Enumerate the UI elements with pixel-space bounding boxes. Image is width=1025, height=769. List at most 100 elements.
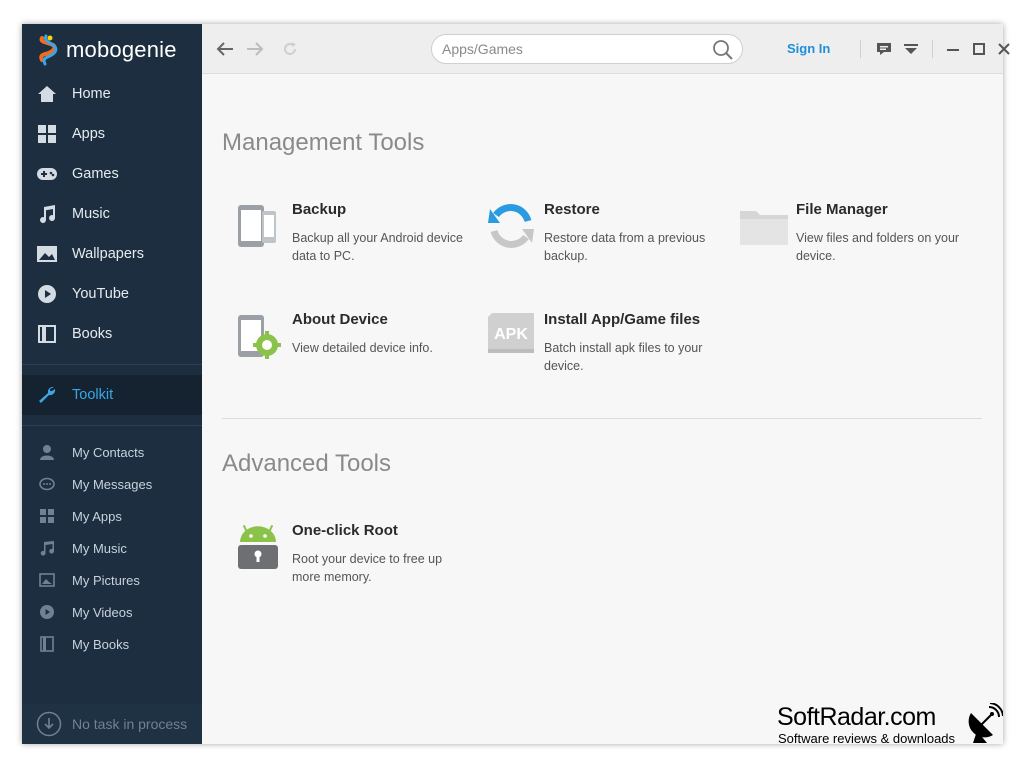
arrow-left-icon bbox=[216, 42, 233, 56]
tool-about-device[interactable]: About Device View detailed device info. bbox=[224, 311, 464, 391]
my-device-nav: My Contacts My Messages My Apps My Music… bbox=[22, 436, 202, 660]
nav-item-label: Music bbox=[72, 206, 110, 222]
toolbar-divider bbox=[932, 40, 933, 58]
refresh-icon bbox=[284, 42, 296, 55]
chat-icon bbox=[877, 43, 891, 55]
nav-item-label: Games bbox=[72, 166, 119, 182]
sidebar-item-label: My Books bbox=[72, 636, 130, 652]
nav-item-label: Toolkit bbox=[72, 387, 114, 403]
search-input[interactable] bbox=[442, 40, 702, 58]
close-icon bbox=[998, 43, 1010, 55]
sidebar-item-my-videos[interactable]: My Videos bbox=[22, 596, 202, 628]
music-note-icon bbox=[38, 539, 56, 557]
sidebar-item-my-music[interactable]: My Music bbox=[22, 532, 202, 564]
sidebar-item-label: My Contacts bbox=[72, 444, 145, 460]
search-icon[interactable] bbox=[712, 39, 734, 61]
folder-icon bbox=[738, 201, 788, 251]
nav-item-toolkit[interactable]: Toolkit bbox=[22, 375, 202, 415]
android-lock-icon bbox=[234, 522, 282, 572]
nav-item-books[interactable]: Books bbox=[22, 314, 202, 354]
watermark-title: SoftRadar.com bbox=[777, 703, 936, 731]
nav-item-label: YouTube bbox=[72, 286, 129, 302]
back-button[interactable] bbox=[214, 38, 236, 60]
forward-button[interactable] bbox=[244, 38, 266, 60]
tool-description: View detailed device info. bbox=[292, 341, 433, 355]
tool-description: View files and folders on your device. bbox=[796, 231, 960, 263]
download-icon bbox=[36, 711, 62, 737]
maximize-icon bbox=[973, 43, 985, 55]
arrow-right-icon bbox=[247, 42, 264, 56]
tool-one-click-root[interactable]: One-click Root Root your device to free … bbox=[224, 522, 464, 602]
backup-phone-icon bbox=[234, 201, 282, 251]
tool-name: About Device bbox=[292, 311, 388, 328]
nav-item-label: Apps bbox=[72, 126, 106, 142]
sidebar-item-label: My Videos bbox=[72, 604, 133, 620]
satellite-dish-icon bbox=[968, 703, 1003, 743]
device-settings-icon bbox=[234, 311, 282, 361]
music-note-icon bbox=[36, 203, 58, 225]
app-logo[interactable]: mobogenie bbox=[36, 32, 177, 68]
refresh-button[interactable] bbox=[279, 38, 301, 60]
maximize-button[interactable] bbox=[968, 38, 990, 60]
nav-item-label: Books bbox=[72, 326, 113, 342]
picture-icon bbox=[38, 571, 56, 589]
tool-name: Restore bbox=[544, 201, 600, 218]
section-divider bbox=[222, 418, 982, 419]
message-icon bbox=[38, 475, 56, 493]
book-icon bbox=[38, 635, 56, 653]
sidebar-item-my-contacts[interactable]: My Contacts bbox=[22, 436, 202, 468]
menu-button[interactable] bbox=[900, 38, 922, 60]
sidebar-item-label: My Apps bbox=[72, 508, 122, 524]
softradar-watermark: SoftRadar.com Software reviews & downloa… bbox=[777, 703, 1007, 747]
mobogenie-logo-icon bbox=[39, 34, 58, 66]
gamepad-icon bbox=[36, 163, 58, 185]
nav-item-home[interactable]: Home bbox=[22, 74, 202, 114]
dropdown-menu-icon bbox=[904, 44, 918, 54]
sidebar-item-my-messages[interactable]: My Messages bbox=[22, 468, 202, 500]
sidebar-divider bbox=[22, 425, 202, 426]
tool-description: Backup all your Android device data to P… bbox=[292, 231, 463, 263]
sidebar-item-my-apps[interactable]: My Apps bbox=[22, 500, 202, 532]
person-icon bbox=[38, 443, 56, 461]
task-status-text: No task in process bbox=[72, 716, 188, 732]
sidebar: mobogenie Home Apps Games Music Wallpape… bbox=[22, 24, 202, 744]
nav-item-apps[interactable]: Apps bbox=[22, 114, 202, 154]
minimize-button[interactable] bbox=[942, 38, 964, 60]
toolbar-divider bbox=[860, 40, 861, 58]
tool-description: Root your device to free up more memory. bbox=[292, 552, 443, 584]
apps-grid-icon bbox=[38, 507, 56, 525]
minimize-icon bbox=[947, 49, 959, 51]
sidebar-item-my-books[interactable]: My Books bbox=[22, 628, 202, 660]
nav-item-label: Home bbox=[72, 86, 111, 102]
main-nav: Home Apps Games Music Wallpapers YouTube… bbox=[22, 74, 202, 354]
tool-backup[interactable]: Backup Backup all your Android device da… bbox=[224, 201, 464, 281]
tool-description: Restore data from a previous backup. bbox=[544, 231, 706, 263]
sidebar-item-label: My Pictures bbox=[72, 572, 140, 588]
wrench-icon bbox=[36, 384, 58, 406]
nav-item-youtube[interactable]: YouTube bbox=[22, 274, 202, 314]
tool-file-manager[interactable]: File Manager View files and folders on y… bbox=[728, 201, 968, 281]
sidebar-item-my-pictures[interactable]: My Pictures bbox=[22, 564, 202, 596]
nav-item-music[interactable]: Music bbox=[22, 194, 202, 234]
tool-name: One-click Root bbox=[292, 522, 398, 539]
main-content: Management Tools Backup Backup all your … bbox=[202, 75, 1003, 744]
apk-file-icon: APK bbox=[486, 311, 534, 361]
close-button[interactable] bbox=[993, 38, 1015, 60]
tool-install-apk[interactable]: APK Install App/Game files Batch install… bbox=[476, 311, 716, 391]
wallpaper-icon bbox=[36, 243, 58, 265]
play-icon bbox=[38, 603, 56, 621]
sign-in-link[interactable]: Sign In bbox=[787, 41, 830, 56]
book-icon bbox=[36, 323, 58, 345]
nav-item-wallpapers[interactable]: Wallpapers bbox=[22, 234, 202, 274]
play-icon bbox=[36, 283, 58, 305]
nav-item-games[interactable]: Games bbox=[22, 154, 202, 194]
app-name: mobogenie bbox=[66, 37, 177, 62]
home-icon bbox=[36, 83, 58, 105]
task-status-bar[interactable]: No task in process bbox=[22, 704, 202, 744]
tool-name: Install App/Game files bbox=[544, 311, 701, 328]
restore-sync-icon bbox=[486, 201, 534, 251]
apk-icon-label: APK bbox=[494, 326, 528, 343]
tool-restore[interactable]: Restore Restore data from a previous bac… bbox=[476, 201, 716, 281]
feedback-button[interactable] bbox=[873, 38, 895, 60]
tool-description: Batch install apk files to your device. bbox=[544, 341, 703, 373]
